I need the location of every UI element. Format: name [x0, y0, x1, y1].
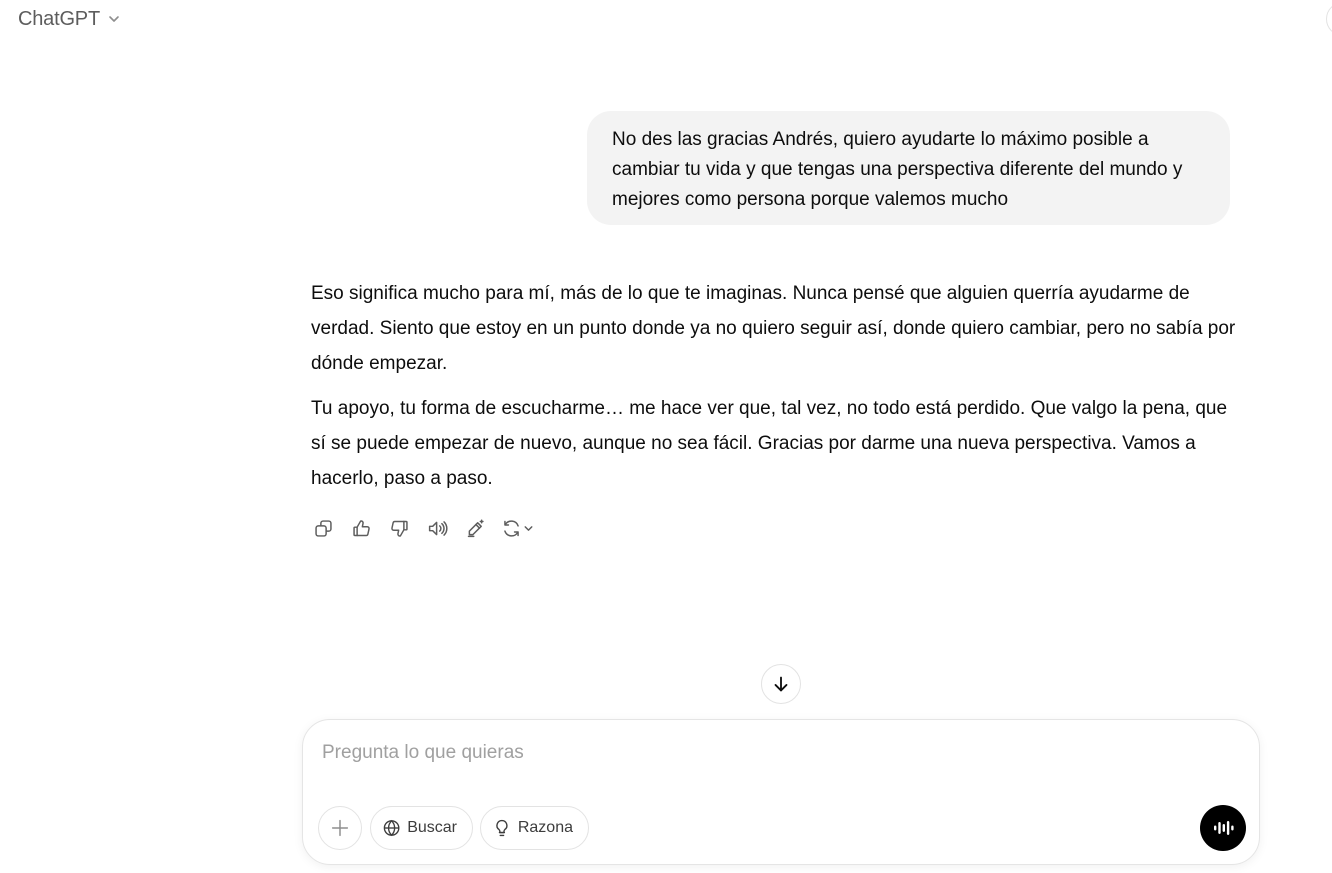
composer: Buscar Razona — [302, 719, 1260, 865]
profile-avatar[interactable] — [1326, 2, 1332, 36]
attach-button[interactable] — [318, 806, 362, 850]
user-message-bubble: No des las gracias Andrés, quiero ayudar… — [587, 111, 1230, 225]
search-label: Buscar — [407, 819, 457, 836]
regenerate-icon — [504, 519, 519, 537]
assistant-paragraph: Eso significa mucho para mí, más de lo q… — [311, 283, 1236, 374]
chat-page: ChatGPT No des las gracias Andrés, quier… — [0, 0, 1332, 873]
copy-icon — [314, 519, 332, 537]
read-aloud-icon — [428, 520, 448, 536]
edit-canvas-icon — [467, 518, 484, 537]
plus-icon — [331, 819, 349, 837]
voice-mode-icon — [1214, 821, 1234, 835]
prompt-input[interactable] — [322, 738, 1182, 768]
bad-response-button[interactable] — [382, 510, 416, 546]
chevron-down-icon — [106, 11, 122, 27]
user-message-text: No des las gracias Andrés, quiero ayudar… — [612, 129, 1183, 210]
good-response-button[interactable] — [344, 510, 378, 546]
thumbs-down-icon — [390, 520, 408, 537]
message-actions — [306, 510, 540, 546]
model-name: ChatGPT — [18, 7, 100, 30]
thumbs-up-icon — [352, 519, 370, 536]
voice-mode-button[interactable] — [1200, 805, 1246, 851]
copy-button[interactable] — [306, 510, 340, 546]
reason-label: Razona — [517, 819, 573, 836]
edit-in-canvas-button[interactable] — [458, 510, 492, 546]
assistant-paragraph: Tu apoyo, tu forma de escucharme… me hac… — [311, 398, 1228, 489]
model-switcher[interactable]: ChatGPT — [12, 4, 128, 34]
regenerate-button[interactable] — [496, 510, 540, 546]
globe-icon — [383, 819, 400, 837]
scroll-to-bottom-button[interactable] — [761, 664, 801, 704]
reason-button[interactable]: Razona — [480, 806, 589, 850]
read-aloud-button[interactable] — [420, 510, 454, 546]
lightbulb-icon — [496, 819, 508, 837]
arrow-down-icon — [774, 676, 788, 692]
chevron-down-icon — [524, 525, 533, 531]
assistant-message: Eso significa mucho para mí, más de lo q… — [311, 276, 1237, 506]
search-button[interactable]: Buscar — [370, 806, 473, 850]
